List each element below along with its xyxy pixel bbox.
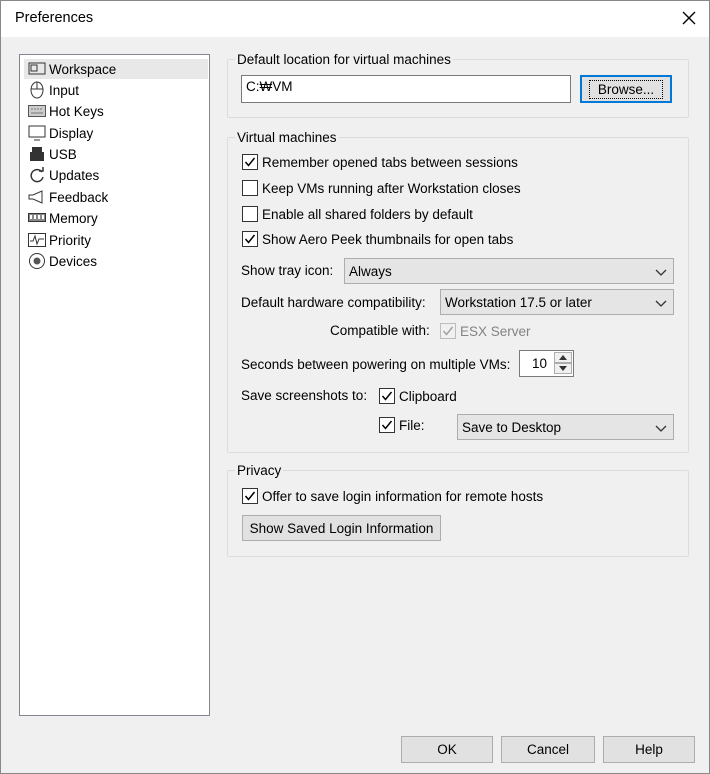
preferences-window: Preferences Workspace Input Hot Keys Dis… xyxy=(0,0,710,774)
offer-save-login-option[interactable]: Offer to save login information for remo… xyxy=(242,486,543,506)
sidebar-item-display[interactable]: Display xyxy=(24,123,208,143)
seconds-value: 10 xyxy=(532,356,548,371)
screenshot-file-value: Save to Desktop xyxy=(462,419,562,435)
sidebar-item-label: Hot Keys xyxy=(49,103,104,119)
aero-peek-option[interactable]: Show Aero Peek thumbnails for open tabs xyxy=(242,229,513,249)
sidebar-item-label: Memory xyxy=(49,210,98,226)
remember-tabs-checkbox[interactable] xyxy=(242,154,258,170)
aero-peek-checkbox[interactable] xyxy=(242,231,258,247)
clipboard-checkbox[interactable] xyxy=(379,388,395,404)
esx-server-option: ESX Server xyxy=(440,321,531,341)
default-location-title: Default location for virtual machines xyxy=(235,52,453,67)
file-option[interactable]: File: xyxy=(379,415,425,435)
megaphone-icon xyxy=(26,188,47,206)
chevron-up-icon xyxy=(559,355,567,360)
offer-save-login-label: Offer to save login information for remo… xyxy=(262,488,544,504)
save-screenshots-label: Save screenshots to: xyxy=(241,388,368,403)
title-bar: Preferences xyxy=(1,1,709,37)
chevron-down-icon xyxy=(655,422,667,437)
browse-button[interactable]: Browse... xyxy=(580,75,672,103)
file-checkbox[interactable] xyxy=(379,417,395,433)
shared-folders-option[interactable]: Enable all shared folders by default xyxy=(242,204,473,224)
show-saved-login-button[interactable]: Show Saved Login Information xyxy=(242,515,441,541)
sidebar-item-label: Input xyxy=(49,82,80,98)
screenshot-file-select[interactable]: Save to Desktop xyxy=(457,414,674,440)
ok-button[interactable]: OK xyxy=(401,736,493,763)
clipboard-option[interactable]: Clipboard xyxy=(379,386,457,406)
tray-icon-label: Show tray icon: xyxy=(241,263,334,278)
sidebar-item-devices[interactable]: Devices xyxy=(24,251,208,271)
keep-vms-running-checkbox[interactable] xyxy=(242,180,258,196)
chevron-down-icon xyxy=(655,266,667,281)
aero-peek-label: Show Aero Peek thumbnails for open tabs xyxy=(262,231,514,247)
sidebar-item-label: Priority xyxy=(49,232,92,248)
seconds-label: Seconds between powering on multiple VMs… xyxy=(241,357,511,372)
mouse-icon xyxy=(26,81,47,99)
sidebar-item-priority[interactable]: Priority xyxy=(24,230,208,250)
privacy-group xyxy=(227,470,689,557)
refresh-icon xyxy=(26,166,47,184)
sidebar-item-feedback[interactable]: Feedback xyxy=(24,187,208,207)
sidebar-item-label: Updates xyxy=(49,167,100,183)
chevron-down-icon xyxy=(655,297,667,312)
offer-save-login-checkbox[interactable] xyxy=(242,488,258,504)
category-list[interactable]: Workspace Input Hot Keys Display USB Upd… xyxy=(19,54,210,716)
memory-icon xyxy=(26,209,47,227)
virtual-machines-title: Virtual machines xyxy=(235,130,339,145)
tray-icon-select[interactable]: Always xyxy=(344,258,674,284)
workspace-icon xyxy=(26,60,47,78)
sidebar-item-label: Display xyxy=(49,125,94,141)
hardware-compat-value: Workstation 17.5 or later xyxy=(445,294,592,310)
sidebar-item-label: USB xyxy=(49,146,77,162)
sidebar-item-label: Workspace xyxy=(49,61,117,77)
hardware-compat-select[interactable]: Workstation 17.5 or later xyxy=(440,289,674,315)
tray-icon-value: Always xyxy=(349,263,392,279)
esx-server-checkbox xyxy=(440,323,456,339)
chevron-down-icon xyxy=(559,366,567,371)
compatible-with-label: Compatible with: xyxy=(330,323,430,338)
usb-icon xyxy=(26,145,47,163)
devices-icon xyxy=(26,252,47,270)
file-label: File: xyxy=(399,417,425,433)
sidebar-item-label: Feedback xyxy=(49,189,109,205)
hardware-compat-label: Default hardware compatibility: xyxy=(241,295,426,310)
keep-vms-running-option[interactable]: Keep VMs running after Workstation close… xyxy=(242,178,521,198)
window-title: Preferences xyxy=(15,10,94,26)
remember-tabs-label: Remember opened tabs between sessions xyxy=(262,154,518,170)
stepper-up-button[interactable] xyxy=(554,352,572,363)
vm-location-input[interactable]: C:₩VM xyxy=(241,75,571,103)
remember-tabs-option[interactable]: Remember opened tabs between sessions xyxy=(242,152,518,172)
cancel-button[interactable]: Cancel xyxy=(501,736,595,763)
sidebar-item-usb[interactable]: USB xyxy=(24,144,208,164)
esx-server-label: ESX Server xyxy=(460,323,531,339)
close-icon xyxy=(682,11,696,28)
help-button[interactable]: Help xyxy=(603,736,695,763)
browse-button-label: Browse... xyxy=(588,79,664,99)
privacy-title: Privacy xyxy=(235,463,284,478)
pulse-icon xyxy=(26,231,47,249)
sidebar-item-hot-keys[interactable]: Hot Keys xyxy=(24,101,208,121)
sidebar-item-updates[interactable]: Updates xyxy=(24,165,208,185)
shared-folders-label: Enable all shared folders by default xyxy=(262,206,473,222)
sidebar-item-memory[interactable]: Memory xyxy=(24,208,208,228)
stepper-buttons xyxy=(554,352,572,375)
close-button[interactable] xyxy=(669,1,709,37)
keep-vms-running-label: Keep VMs running after Workstation close… xyxy=(262,180,521,196)
keyboard-icon xyxy=(26,102,47,120)
monitor-icon xyxy=(26,124,47,142)
shared-folders-checkbox[interactable] xyxy=(242,206,258,222)
sidebar-item-label: Devices xyxy=(49,253,98,269)
seconds-stepper[interactable]: 10 xyxy=(519,350,574,377)
clipboard-label: Clipboard xyxy=(399,388,457,404)
sidebar-item-input[interactable]: Input xyxy=(24,80,208,100)
sidebar-item-workspace[interactable]: Workspace xyxy=(24,59,208,79)
stepper-down-button[interactable] xyxy=(554,363,572,374)
